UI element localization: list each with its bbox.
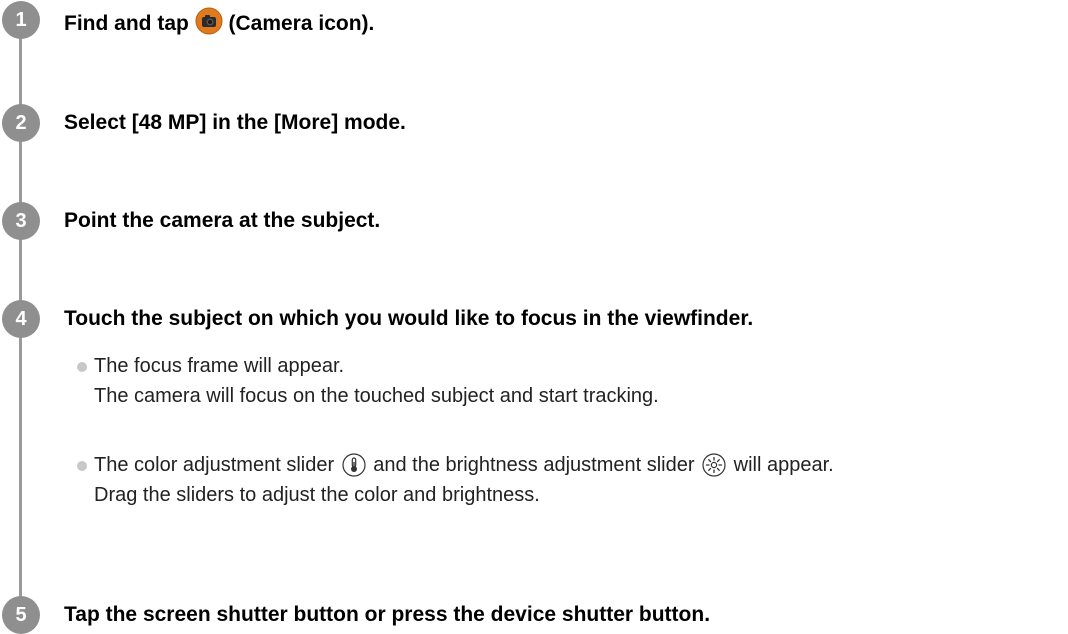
step-number-badge: 4 [2,300,40,338]
bullet-dot [77,362,87,372]
step-title: Touch the subject on which you would lik… [64,307,754,330]
bullet-dot [77,461,87,471]
list-item: The color adjustment slider and the brig… [77,450,834,510]
camera-app-icon [195,7,223,42]
step-title: Select [48 MP] in the [More] mode. [64,111,406,134]
bullet-text: Drag the sliders to adjust the color and… [94,484,540,506]
bullet-text-part: will appear. [728,454,834,476]
brightness-icon [702,453,726,477]
step-title: Point the camera at the subject. [64,209,381,232]
thermometer-icon [342,453,366,477]
bullet-text-part: The color adjustment slider [94,454,340,476]
step-number-badge: 2 [2,104,40,142]
step-title: Find and tap (Camera icon). [64,7,374,42]
bullet-text: The color adjustment slider and the brig… [94,450,834,480]
step-title: Tap the screen shutter button or press t… [64,603,711,626]
bullet-text: The camera will focus on the touched sub… [94,385,659,407]
step-number-badge: 3 [2,202,40,240]
bullet-text: The focus frame will appear. [94,355,345,377]
step-number-badge: 5 [2,596,40,634]
list-item: The focus frame will appear. The camera … [77,351,659,411]
step-title-text: (Camera icon). [222,12,375,35]
bullet-text-part: and the brightness adjustment slider [367,454,701,476]
step-number-badge: 1 [2,1,40,39]
step-title-text: Find and tap [64,12,195,35]
